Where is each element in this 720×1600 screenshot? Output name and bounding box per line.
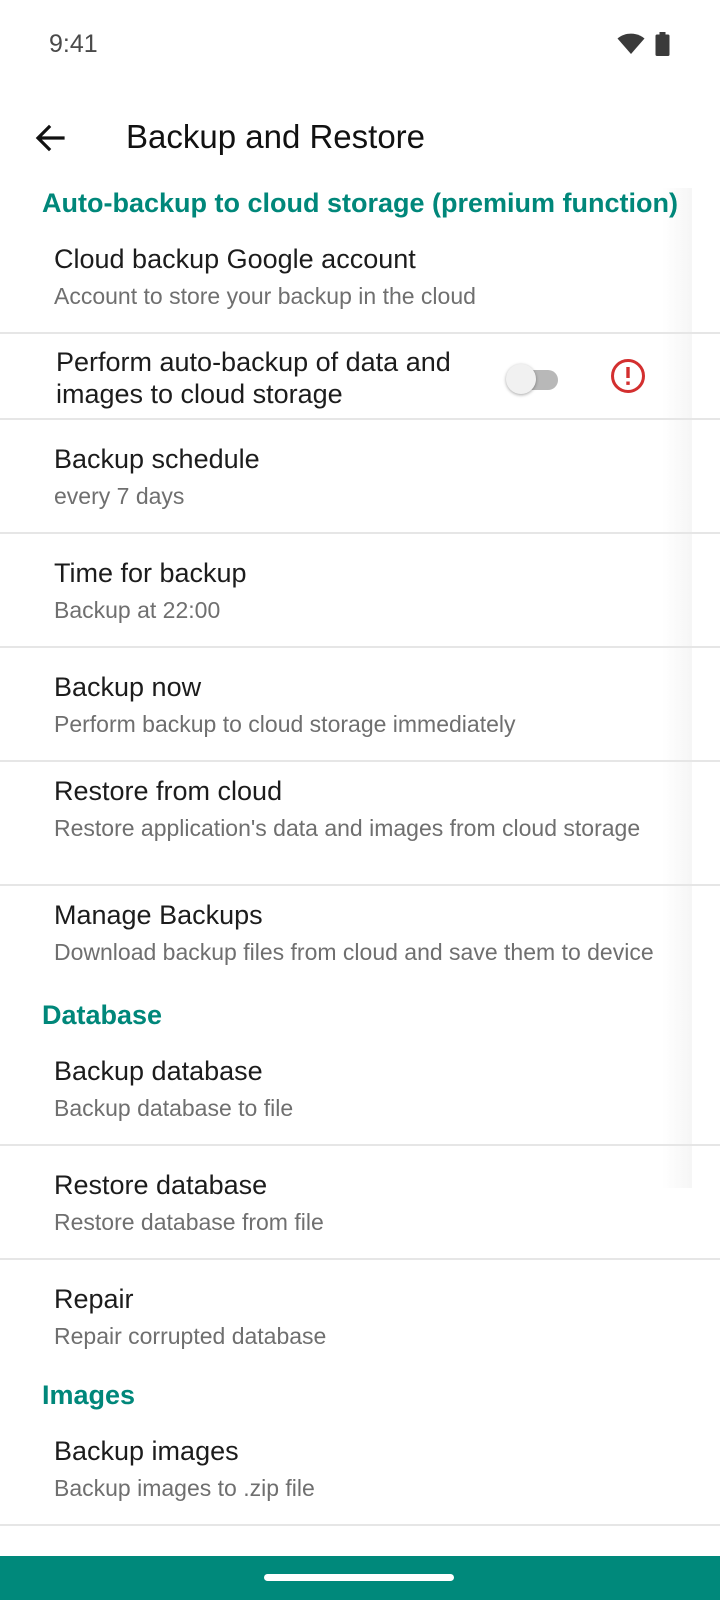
pref-title: Time for backup <box>54 558 247 588</box>
pref-backup-now[interactable]: Backup now Perform backup to cloud stora… <box>0 648 720 762</box>
pref-summary: every 7 days <box>54 483 185 509</box>
pref-restore-database[interactable]: Restore database Restore database from f… <box>0 1146 720 1260</box>
status-bar: 9:41 <box>0 0 720 88</box>
pref-title: Perform auto-backup of data and images t… <box>56 347 451 409</box>
pref-title: Repair <box>54 1284 134 1314</box>
pref-summary: Perform backup to cloud storage immediat… <box>54 711 516 737</box>
back-button[interactable] <box>22 110 78 166</box>
pref-manage-backups[interactable]: Manage Backups Download backup files fro… <box>0 886 720 1016</box>
section-header-cloud: Auto-backup to cloud storage (premium fu… <box>42 188 678 218</box>
pref-summary: Restore database from file <box>54 1209 324 1235</box>
pref-auto-backup[interactable]: Perform auto-backup of data and images t… <box>0 334 720 420</box>
pref-summary: Restore application's data and images fr… <box>54 815 641 841</box>
error-circle-icon[interactable] <box>610 358 646 394</box>
pref-restore-cloud[interactable]: Restore from cloud Restore application's… <box>0 762 720 886</box>
pref-repair[interactable]: Repair Repair corrupted database <box>0 1260 720 1380</box>
status-icons <box>617 32 670 56</box>
home-handle[interactable] <box>264 1574 454 1581</box>
auto-backup-switch[interactable] <box>504 364 560 394</box>
pref-backup-schedule[interactable]: Backup schedule every 7 days <box>0 420 720 534</box>
pref-backup-time[interactable]: Time for backup Backup at 22:00 <box>0 534 720 648</box>
pref-title: Backup schedule <box>54 444 260 474</box>
pref-summary: Download backup files from cloud and sav… <box>54 939 654 965</box>
pref-cloud-account[interactable]: Cloud backup Google account Account to s… <box>0 230 720 334</box>
pref-summary: Backup database to file <box>54 1095 294 1121</box>
section-header-images: Images <box>42 1380 136 1410</box>
backup-restore-screen: 9:41 Backup and Restore Auto-backup to c… <box>0 0 720 1600</box>
pref-title: Backup now <box>54 672 202 702</box>
pref-title: Restore from cloud <box>54 776 283 806</box>
status-time: 9:41 <box>49 30 98 58</box>
arrow-left-icon <box>35 124 65 152</box>
battery-icon <box>655 32 670 56</box>
wifi-icon <box>617 33 645 55</box>
page-title: Backup and Restore <box>126 118 426 155</box>
app-bar: Backup and Restore <box>0 100 720 180</box>
pref-summary: Backup at 22:00 <box>54 597 221 623</box>
pref-title: Cloud backup Google account <box>54 244 416 274</box>
pref-title: Backup database <box>54 1056 263 1086</box>
pref-backup-images[interactable]: Backup images Backup images to .zip file <box>0 1422 720 1526</box>
pref-backup-database[interactable]: Backup database Backup database to file <box>0 1042 720 1146</box>
navigation-bar <box>0 1556 720 1600</box>
settings-list: Auto-backup to cloud storage (premium fu… <box>0 188 720 1526</box>
pref-summary: Repair corrupted database <box>54 1323 327 1349</box>
pref-summary: Account to store your backup in the clou… <box>54 283 476 309</box>
switch-thumb <box>506 364 536 394</box>
section-header-database: Database <box>42 1000 163 1030</box>
pref-title: Restore database <box>54 1170 268 1200</box>
pref-title: Backup images <box>54 1436 239 1466</box>
pref-title: Manage Backups <box>54 900 263 930</box>
pref-summary: Backup images to .zip file <box>54 1475 315 1501</box>
